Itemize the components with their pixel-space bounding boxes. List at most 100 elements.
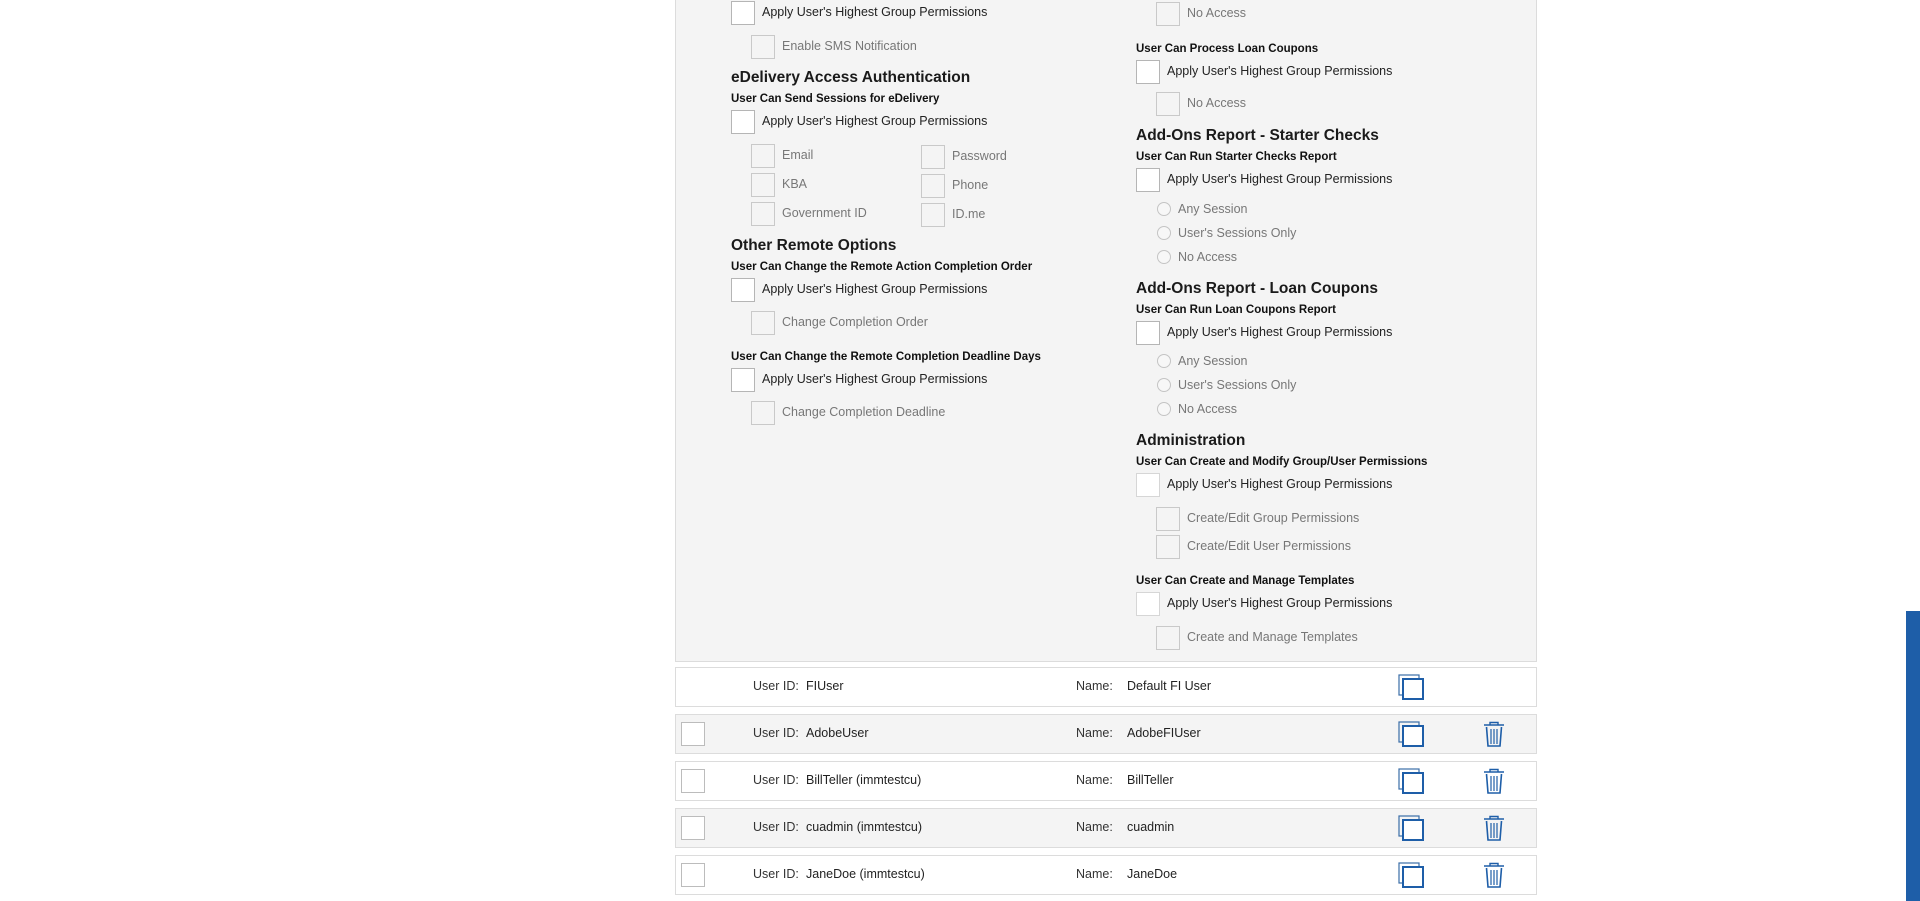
government-id-checkbox[interactable]	[751, 202, 775, 226]
users-sessions-only-label: User's Sessions Only	[1178, 378, 1297, 392]
users-sessions-only-radio[interactable]	[1157, 226, 1171, 240]
no-access-checkbox-loan-coupons[interactable]	[1156, 92, 1180, 116]
name-value: AdobeFIUser	[1127, 726, 1201, 740]
idme-checkbox[interactable]	[921, 203, 945, 227]
apply-group-permissions-checkbox-templates[interactable]	[1136, 592, 1160, 616]
user-row[interactable]: User ID: JaneDoe (immtestcu) Name: JaneD…	[675, 855, 1537, 895]
checkmark-icon	[735, 5, 751, 21]
apply-group-permissions-label: Apply User's Highest Group Permissions	[1167, 477, 1393, 491]
no-access-label: No Access	[1187, 96, 1247, 110]
apply-group-permissions-checkbox-loan-coupons-report[interactable]	[1136, 321, 1160, 345]
row-select-checkbox[interactable]	[681, 863, 705, 887]
apply-group-permissions-checkbox-order[interactable]	[731, 278, 755, 302]
scrollbar-thumb[interactable]	[1906, 611, 1920, 901]
trash-icon[interactable]	[1482, 720, 1506, 748]
email-label: Email	[782, 148, 814, 162]
copy-icon[interactable]	[1397, 767, 1425, 795]
create-edit-group-permissions-checkbox[interactable]	[1156, 507, 1180, 531]
checkmark-icon	[1140, 172, 1156, 188]
no-access-label: No Access	[1187, 6, 1247, 20]
users-sessions-only-radio[interactable]	[1157, 378, 1171, 392]
user-row[interactable]: User ID: FIUser Name: Default FI User	[675, 667, 1537, 707]
password-label: Password	[952, 149, 1007, 163]
starter-checks-subtitle: User Can Run Starter Checks Report	[1136, 151, 1337, 163]
checkmark-icon	[1140, 325, 1156, 341]
row-select-checkbox[interactable]	[681, 769, 705, 793]
no-access-checkbox-top[interactable]	[1156, 2, 1180, 26]
apply-group-permissions-checkbox-deadline[interactable]	[731, 368, 755, 392]
apply-group-permissions-label: Apply User's Highest Group Permissions	[762, 282, 988, 296]
user-row[interactable]: User ID: AdobeUser Name: AdobeFIUser	[675, 714, 1537, 754]
phone-checkbox[interactable]	[921, 174, 945, 198]
apply-group-permissions-label: Apply User's Highest Group Permissions	[762, 372, 988, 386]
user-row[interactable]: User ID: cuadmin (immtestcu) Name: cuadm…	[675, 808, 1537, 848]
other-remote-section-title: Other Remote Options	[731, 237, 897, 254]
email-checkbox[interactable]	[751, 144, 775, 168]
user-row[interactable]: User ID: BillTeller (immtestcu) Name: Bi…	[675, 761, 1537, 801]
apply-group-permissions-label: Apply User's Highest Group Permissions	[1167, 596, 1393, 610]
no-access-radio[interactable]	[1157, 250, 1171, 264]
any-session-radio[interactable]	[1157, 202, 1171, 216]
checkmark-icon	[1140, 477, 1156, 493]
name-value: Default FI User	[1127, 679, 1212, 693]
apply-group-permissions-checkbox-edelivery[interactable]	[731, 110, 755, 134]
apply-group-permissions-label: Apply User's Highest Group Permissions	[762, 5, 988, 19]
completion-deadline-subtitle: User Can Change the Remote Completion De…	[731, 351, 1041, 363]
loan-coupons-report-section-title: Add-Ons Report - Loan Coupons	[1136, 280, 1378, 297]
change-completion-order-checkbox[interactable]	[751, 311, 775, 335]
user-id-value: JaneDoe (immtestcu)	[806, 867, 925, 881]
change-completion-deadline-label: Change Completion Deadline	[782, 405, 946, 419]
apply-group-permissions-checkbox-admin[interactable]	[1136, 473, 1160, 497]
change-completion-deadline-checkbox[interactable]	[751, 401, 775, 425]
apply-group-permissions-label: Apply User's Highest Group Permissions	[762, 114, 988, 128]
user-id-value: BillTeller (immtestcu)	[806, 773, 922, 787]
change-completion-order-label: Change Completion Order	[782, 315, 928, 329]
apply-group-permissions-checkbox-loan-coupons[interactable]	[1136, 60, 1160, 84]
row-select-checkbox[interactable]	[681, 816, 705, 840]
no-access-radio[interactable]	[1157, 402, 1171, 416]
create-edit-user-permissions-checkbox[interactable]	[1156, 535, 1180, 559]
copy-icon[interactable]	[1397, 720, 1425, 748]
no-access-label: No Access	[1178, 250, 1238, 264]
apply-group-permissions-checkbox-starter-checks[interactable]	[1136, 168, 1160, 192]
copy-icon[interactable]	[1397, 814, 1425, 842]
apply-group-permissions-label: Apply User's Highest Group Permissions	[1167, 64, 1393, 78]
completion-order-subtitle: User Can Change the Remote Action Comple…	[731, 261, 1033, 273]
edelivery-subtitle: User Can Send Sessions for eDelivery	[731, 93, 940, 105]
any-session-label: Any Session	[1178, 202, 1248, 216]
apply-group-permissions-label: Apply User's Highest Group Permissions	[1167, 172, 1393, 186]
row-select-checkbox[interactable]	[681, 722, 705, 746]
apply-group-permissions-checkbox-sms[interactable]	[731, 1, 755, 25]
user-id-label: User ID:	[753, 726, 799, 740]
edelivery-section-title: eDelivery Access Authentication	[731, 69, 971, 86]
trash-icon[interactable]	[1482, 814, 1506, 842]
administration-section-title: Administration	[1136, 432, 1246, 449]
trash-icon[interactable]	[1482, 861, 1506, 889]
user-id-value: FIUser	[806, 679, 844, 693]
password-checkbox[interactable]	[921, 145, 945, 169]
group-user-permissions-subtitle: User Can Create and Modify Group/User Pe…	[1136, 456, 1428, 468]
user-id-value: cuadmin (immtestcu)	[806, 820, 922, 834]
name-label: Name:	[1076, 773, 1113, 787]
starter-checks-section-title: Add-Ons Report - Starter Checks	[1136, 127, 1379, 144]
phone-label: Phone	[952, 178, 989, 192]
create-edit-user-permissions-label: Create/Edit User Permissions	[1187, 539, 1351, 553]
idme-label: ID.me	[952, 207, 986, 221]
enable-sms-checkbox[interactable]	[751, 35, 775, 59]
name-label: Name:	[1076, 867, 1113, 881]
permissions-panel: Apply User's Highest Group Permissions E…	[675, 0, 1537, 662]
any-session-radio[interactable]	[1157, 354, 1171, 368]
copy-icon[interactable]	[1397, 861, 1425, 889]
kba-checkbox[interactable]	[751, 173, 775, 197]
user-id-label: User ID:	[753, 867, 799, 881]
process-loan-coupons-subtitle: User Can Process Loan Coupons	[1136, 43, 1319, 55]
name-label: Name:	[1076, 820, 1113, 834]
kba-label: KBA	[782, 177, 808, 191]
users-sessions-only-label: User's Sessions Only	[1178, 226, 1297, 240]
create-manage-templates-checkbox[interactable]	[1156, 626, 1180, 650]
trash-icon[interactable]	[1482, 767, 1506, 795]
manage-templates-subtitle: User Can Create and Manage Templates	[1136, 575, 1355, 587]
copy-icon[interactable]	[1397, 673, 1425, 701]
user-id-label: User ID:	[753, 820, 799, 834]
apply-group-permissions-label: Apply User's Highest Group Permissions	[1167, 325, 1393, 339]
